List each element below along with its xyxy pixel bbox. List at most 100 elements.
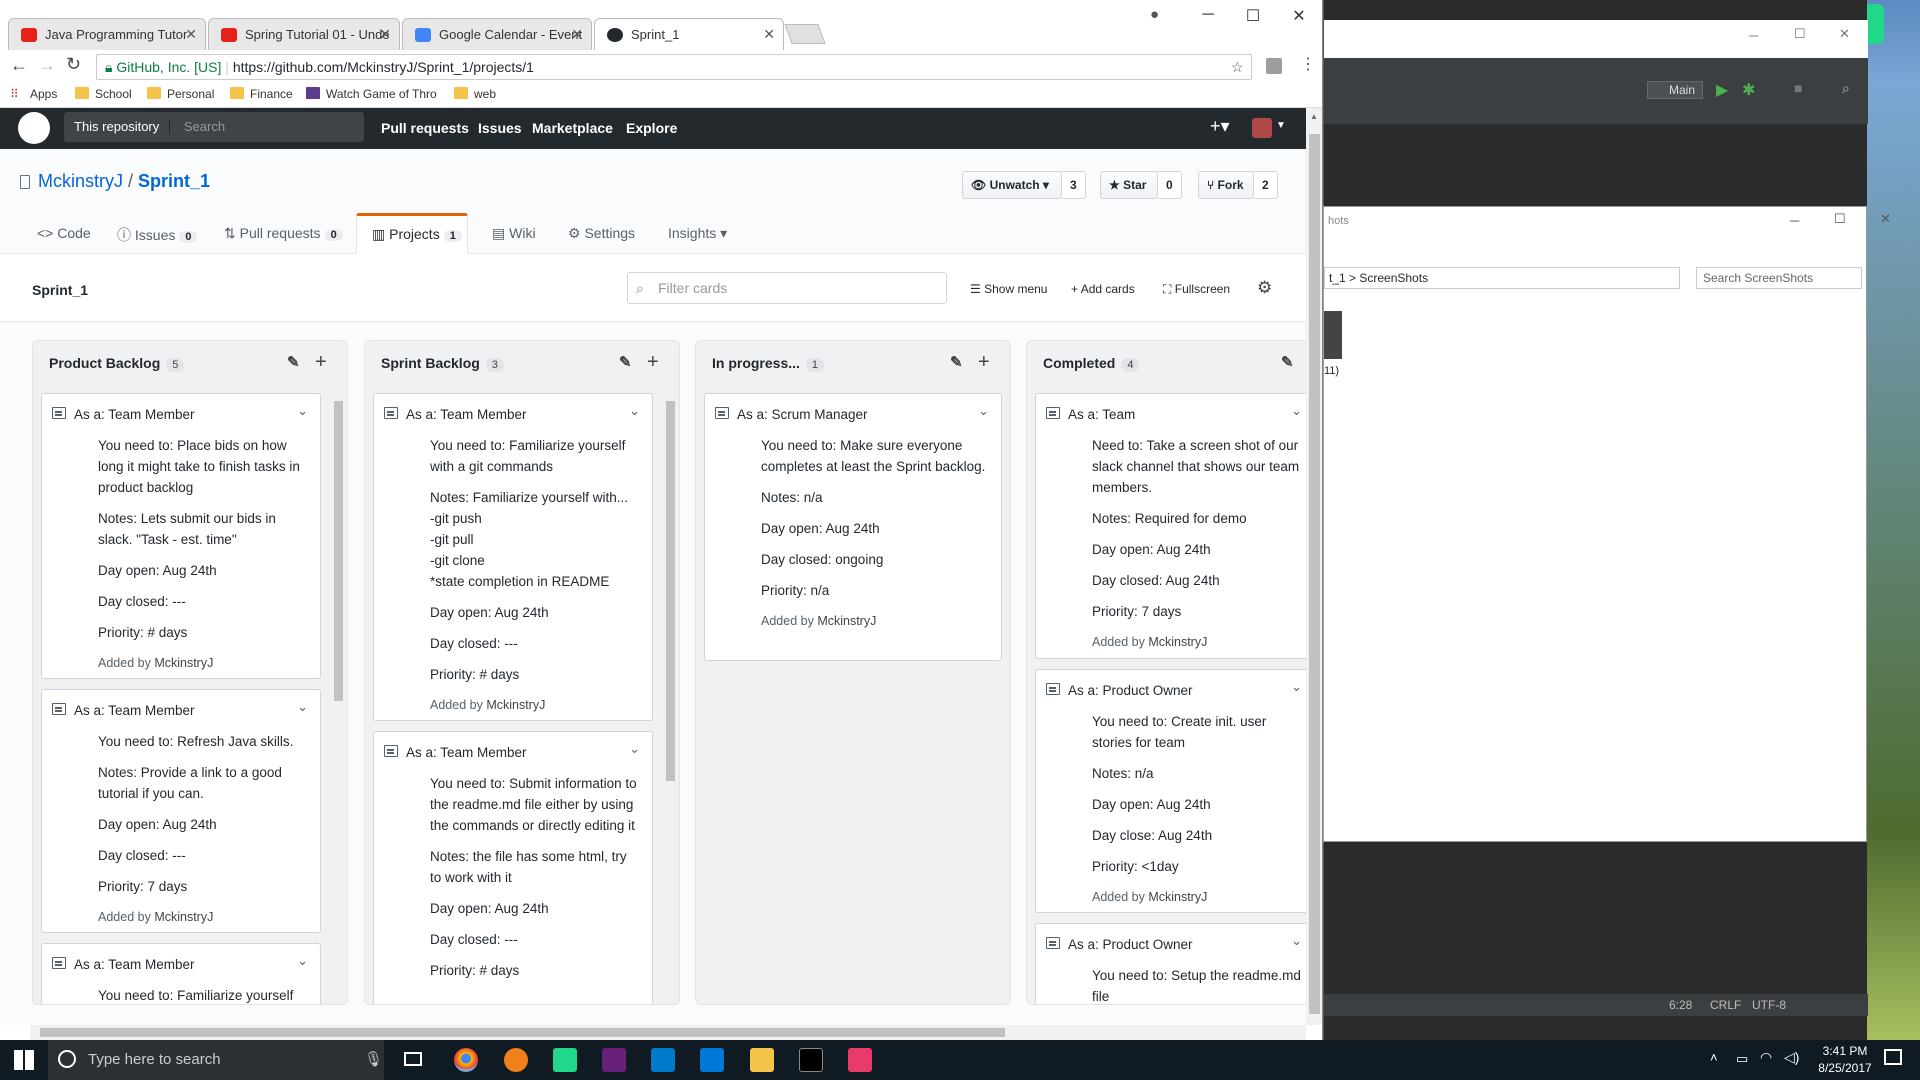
address-bar[interactable]: t_1 > ScreenShots <box>1324 267 1680 289</box>
plus-dropdown-icon[interactable]: +▾ <box>1210 116 1230 137</box>
nav-marketplace[interactable]: Marketplace <box>532 120 613 136</box>
taskbar-search-box[interactable]: Type here to search 🎙︎ <box>48 1040 384 1080</box>
maximize-icon[interactable]: ☐ <box>1794 26 1806 42</box>
note-card[interactable]: ⌄ As a: Scrum Manager You need to: Make … <box>704 393 1002 661</box>
author-link[interactable]: MckinstryJ <box>817 614 876 628</box>
maximize-icon[interactable]: ☐ <box>1243 6 1263 26</box>
note-card[interactable]: ⌄ As a: Team Need to: Take a screen shot… <box>1035 393 1306 659</box>
extension-icon[interactable] <box>1266 58 1282 74</box>
nav-explore[interactable]: Explore <box>626 120 677 136</box>
minimize-icon[interactable]: ─ <box>1198 6 1218 26</box>
author-link[interactable]: MckinstryJ <box>154 656 213 670</box>
bookmark-folder[interactable]: web <box>454 87 496 101</box>
chevron-down-icon[interactable]: ⌄ <box>297 950 308 971</box>
star-count[interactable]: 0 <box>1158 171 1182 199</box>
chevron-down-icon[interactable]: ⌄ <box>1291 676 1302 697</box>
avatar[interactable] <box>1252 118 1272 138</box>
minimize-icon[interactable]: ─ <box>1749 28 1758 43</box>
search-everywhere-icon[interactable]: ⌕ <box>1842 80 1850 97</box>
author-link[interactable]: MckinstryJ <box>154 910 213 924</box>
chevron-down-icon[interactable]: ⌄ <box>1291 930 1302 951</box>
profile-icon[interactable]: ● <box>1150 6 1159 23</box>
chevron-down-icon[interactable]: ⌄ <box>629 400 640 421</box>
note-card[interactable]: ⌄ As a: Team Member You need to: Place b… <box>41 393 321 679</box>
close-icon[interactable]: ✕ <box>1289 6 1309 26</box>
note-card[interactable]: ⌄ As a: Team Member You need to: Familia… <box>373 393 653 721</box>
scrollbar-thumb[interactable] <box>1309 134 1320 1014</box>
browser-tab[interactable]: Google Calendar - Event ✕ <box>402 18 592 50</box>
scroll-up-icon[interactable]: ▲ <box>1310 112 1318 121</box>
chevron-down-icon[interactable]: ⌄ <box>629 738 640 759</box>
minimize-icon[interactable]: ─ <box>1790 213 1799 228</box>
filter-cards-input[interactable]: ⌕ Filter cards <box>627 272 947 304</box>
file-encoding[interactable]: UTF-8 <box>1752 998 1786 1012</box>
nav-pull-requests[interactable]: Pull requests <box>381 120 469 136</box>
plus-icon[interactable]: + <box>647 351 659 374</box>
scrollbar-thumb[interactable] <box>40 1028 1005 1037</box>
bookmark-folder[interactable]: School <box>75 87 132 101</box>
note-card[interactable]: ⌄ As a: Product Owner You need to: Setup… <box>1035 923 1306 1004</box>
note-card[interactable]: ⌄ As a: Team Member You need to: Familia… <box>41 943 321 1004</box>
close-icon[interactable]: ✕ <box>1839 26 1850 42</box>
chevron-down-icon[interactable]: ⌄ <box>978 400 989 421</box>
pencil-icon[interactable]: ✎ <box>619 353 632 371</box>
board-horizontal-scrollbar[interactable] <box>30 1025 1306 1040</box>
bookmark-apps[interactable]: ⠿ Apps <box>10 87 57 101</box>
maximize-icon[interactable]: ☐ <box>1834 211 1846 227</box>
tab-projects[interactable]: ▥ Projects 1 <box>356 213 468 255</box>
column-scrollbar[interactable] <box>664 389 677 1004</box>
close-icon[interactable]: ✕ <box>379 26 391 43</box>
vscode-taskbar-icon[interactable] <box>651 1048 675 1072</box>
show-menu-button[interactable]: ☰ Show menu <box>970 282 1047 296</box>
new-tab-button[interactable] <box>784 24 826 44</box>
plus-icon[interactable]: + <box>315 351 327 374</box>
windows-start-icon[interactable] <box>14 1050 34 1070</box>
reload-icon[interactable]: ↻ <box>66 54 81 75</box>
visual-studio-taskbar-icon[interactable] <box>602 1048 626 1072</box>
tab-settings[interactable]: ⚙ Settings <box>568 225 635 242</box>
note-card[interactable]: ⌄ As a: Team Member You need to: Refresh… <box>41 689 321 933</box>
microphone-icon[interactable]: 🎙︎ <box>364 1040 383 1080</box>
note-card[interactable]: ⌄ As a: Product Owner You need to: Creat… <box>1035 669 1306 913</box>
author-link[interactable]: MckinstryJ <box>1148 890 1207 904</box>
plus-icon[interactable]: + <box>978 351 990 374</box>
gear-icon[interactable]: ⚙ <box>1257 278 1272 298</box>
intellij-taskbar-icon[interactable] <box>848 1048 872 1072</box>
cursor-position[interactable]: 6:28 <box>1669 998 1692 1012</box>
watch-count[interactable]: 3 <box>1062 171 1086 199</box>
chevron-down-icon[interactable]: ⌄ <box>297 400 308 421</box>
chevron-down-icon[interactable]: ▼ <box>1276 120 1286 131</box>
chevron-down-icon[interactable]: ⌄ <box>297 696 308 717</box>
browser-tab[interactable]: Java Programming Tutor ✕ <box>8 18 206 50</box>
fullscreen-button[interactable]: ⛶ Fullscreen <box>1163 282 1230 297</box>
tab-issues[interactable]: ⓘ Issues 0 <box>117 225 198 245</box>
stop-icon[interactable]: ■ <box>1794 80 1802 96</box>
close-icon[interactable]: ✕ <box>763 26 775 43</box>
tab-code[interactable]: <> Code <box>37 225 91 241</box>
note-card[interactable]: ⌄ As a: Team Member You need to: Submit … <box>373 731 653 1004</box>
debug-icon[interactable]: ✱ <box>1742 80 1755 100</box>
line-separator[interactable]: CRLF <box>1710 998 1741 1012</box>
close-icon[interactable]: ✕ <box>571 26 583 43</box>
browser-tab[interactable]: Spring Tutorial 01 - Unde ✕ <box>208 18 400 50</box>
page-scrollbar[interactable]: ▲ <box>1306 108 1322 1025</box>
header-search[interactable]: This repository Search <box>64 112 364 142</box>
tray-chevron-icon[interactable]: ˄ <box>1710 1050 1718 1065</box>
github-logo-icon[interactable] <box>18 112 50 144</box>
wifi-icon[interactable]: ◠ <box>1760 1049 1772 1066</box>
close-icon[interactable]: ✕ <box>185 26 197 43</box>
close-icon[interactable]: ✕ <box>1880 211 1891 227</box>
explorer-search-input[interactable]: Search ScreenShots <box>1696 267 1862 289</box>
notification-icon[interactable] <box>1884 1049 1902 1065</box>
watch-button[interactable]: 👁︎ Unwatch ▾ <box>962 171 1062 199</box>
pycharm-taskbar-icon[interactable] <box>553 1048 577 1072</box>
bookmark-link[interactable]: Watch Game of Thro <box>306 87 437 101</box>
bookmark-folder[interactable]: Personal <box>147 87 214 101</box>
run-icon[interactable]: ▶ <box>1716 80 1728 100</box>
pencil-icon[interactable]: ✎ <box>287 353 300 371</box>
menu-icon[interactable]: ⋮ <box>1300 54 1316 74</box>
author-link[interactable]: MckinstryJ <box>1148 635 1207 649</box>
nav-issues[interactable]: Issues <box>478 120 522 136</box>
star-icon[interactable]: ☆ <box>1231 55 1244 79</box>
add-cards-button[interactable]: + Add cards <box>1071 282 1135 296</box>
